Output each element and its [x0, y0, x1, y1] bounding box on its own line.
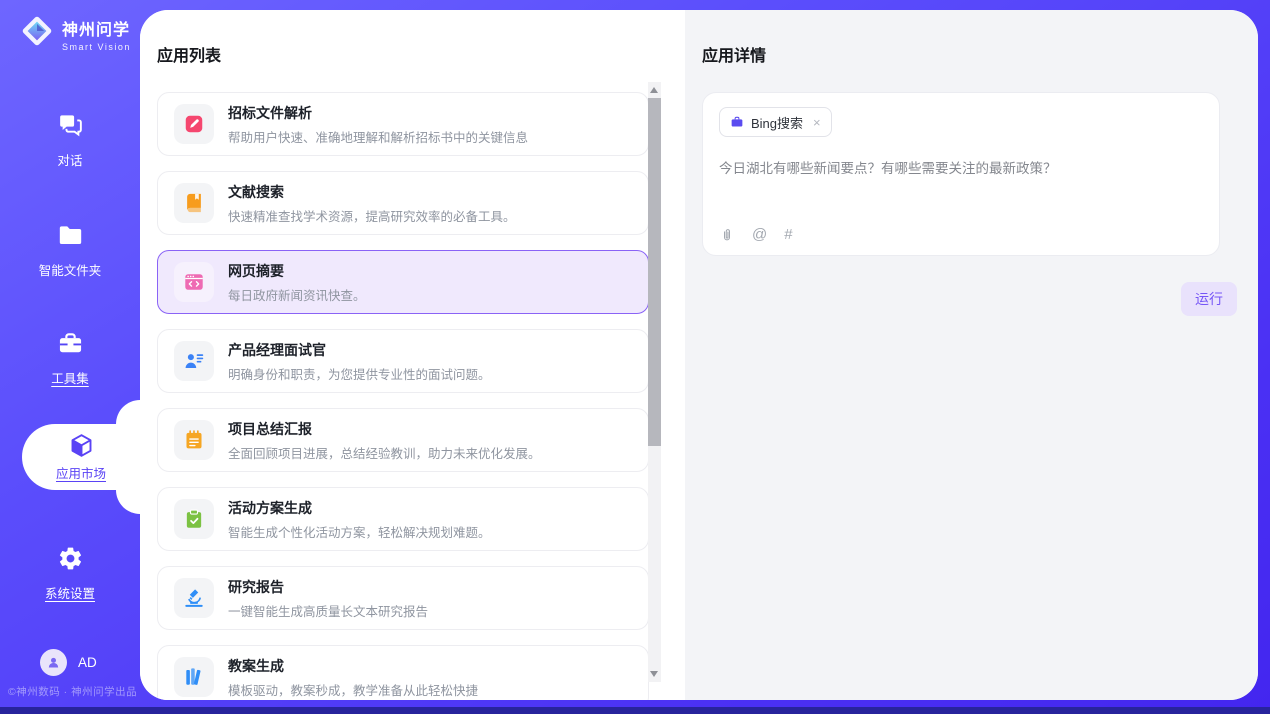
app-list-panel: 应用列表 招标文件解析帮助用户快速、准确地理解和解析招标书中的关键信息文献搜索快… — [140, 10, 685, 700]
app-card-title: 网页摘要 — [228, 261, 366, 281]
app-card[interactable]: 产品经理面试官明确身份和职责，为您提供专业性的面试问题。 — [157, 329, 649, 393]
app-card-text: 研究报告一键智能生成高质量长文本研究报告 — [228, 577, 428, 620]
chat-icon — [57, 112, 84, 139]
app-card[interactable]: 招标文件解析帮助用户快速、准确地理解和解析招标书中的关键信息 — [157, 92, 649, 156]
app-card-title: 项目总结汇报 — [228, 419, 541, 439]
main-panel: 应用列表 招标文件解析帮助用户快速、准确地理解和解析招标书中的关键信息文献搜索快… — [140, 10, 1258, 700]
pill-corner-bottom — [116, 490, 140, 514]
scrollbar-thumb[interactable] — [648, 98, 661, 446]
cube-icon — [68, 432, 95, 459]
app-card-title: 活动方案生成 — [228, 498, 491, 518]
tool-tag-bing-search[interactable]: Bing搜索 × — [719, 107, 832, 137]
toolbox-icon — [57, 330, 84, 357]
clipboard-icon — [174, 499, 214, 539]
sidebar-item-label: 工具集 — [0, 368, 140, 387]
sidebar-item-settings[interactable]: 系统设置 — [0, 545, 140, 602]
scroll-up-icon[interactable] — [650, 87, 658, 93]
brand-logo: 神州问学 Smart Vision — [18, 12, 131, 55]
app-card-desc: 明确身份和职责，为您提供专业性的面试问题。 — [228, 364, 491, 383]
scrollbar[interactable] — [648, 82, 661, 682]
app-card-text: 项目总结汇报全面回顾项目进展，总结经验教训，助力未来优化发展。 — [228, 419, 541, 462]
app-card[interactable]: 项目总结汇报全面回顾项目进展，总结经验教训，助力未来优化发展。 — [157, 408, 649, 472]
interview-icon — [174, 341, 214, 381]
app-detail-title: 应用详情 — [702, 42, 1258, 66]
browser-icon — [174, 262, 214, 302]
user-initials: AD — [78, 655, 97, 670]
bottom-bar — [0, 707, 1270, 714]
app-card-desc: 一键智能生成高质量长文本研究报告 — [228, 601, 428, 620]
query-text[interactable]: 今日湖北有哪些新闻要点？有哪些需要关注的最新政策？ — [719, 157, 1203, 177]
app-card-title: 招标文件解析 — [228, 103, 528, 123]
run-row: 运行 — [702, 282, 1237, 316]
app-card-desc: 快速精准查找学术资源，提高研究效率的必备工具。 — [228, 206, 516, 225]
pill-corner-top — [116, 400, 140, 424]
app-card-desc: 每日政府新闻资讯快查。 — [228, 285, 366, 304]
app-card-desc: 全面回顾项目进展，总结经验教训，助力未来优化发展。 — [228, 443, 541, 462]
brand-name: 神州问学 — [62, 16, 131, 40]
copyright-footer: ©神州数码 · 神州问学出品 — [8, 684, 137, 699]
briefcase-icon — [730, 115, 744, 129]
microscope-icon — [174, 578, 214, 618]
app-list-title: 应用列表 — [157, 42, 685, 66]
app-card-text: 产品经理面试官明确身份和职责，为您提供专业性的面试问题。 — [228, 340, 491, 383]
app-card-text: 活动方案生成智能生成个性化活动方案，轻松解决规划难题。 — [228, 498, 491, 541]
app-card-text: 文献搜索快速精准查找学术资源，提高研究效率的必备工具。 — [228, 182, 516, 225]
brand-subtitle: Smart Vision — [62, 42, 131, 52]
app-card[interactable]: 教案生成模板驱动，教案秒成，教学准备从此轻松快捷 — [157, 645, 649, 700]
app-card-desc: 帮助用户快速、准确地理解和解析招标书中的关键信息 — [228, 127, 528, 146]
app-card[interactable]: 活动方案生成智能生成个性化活动方案，轻松解决规划难题。 — [157, 487, 649, 551]
sidebar-item-label: 智能文件夹 — [0, 260, 140, 279]
app-card[interactable]: 研究报告一键智能生成高质量长文本研究报告 — [157, 566, 649, 630]
tool-tag-label: Bing搜索 — [751, 113, 803, 132]
app-card-title: 研究报告 — [228, 577, 428, 597]
sidebar: 神州问学 Smart Vision 对话智能文件夹工具集应用市场系统设置 AD … — [0, 0, 140, 707]
app-card-text: 教案生成模板驱动，教案秒成，教学准备从此轻松快捷 — [228, 656, 478, 699]
paperclip-icon[interactable] — [719, 227, 735, 243]
app-card[interactable]: 网页摘要每日政府新闻资讯快查。 — [157, 250, 649, 314]
sidebar-item-label: 对话 — [0, 150, 140, 169]
user-profile[interactable]: AD — [40, 649, 97, 676]
app-card[interactable]: 文献搜索快速精准查找学术资源，提高研究效率的必备工具。 — [157, 171, 649, 235]
scroll-down-icon[interactable] — [650, 671, 658, 677]
edit-icon — [174, 104, 214, 144]
hash-icon[interactable]: # — [784, 227, 792, 243]
app-card-title: 教案生成 — [228, 656, 478, 676]
app-card-text: 招标文件解析帮助用户快速、准确地理解和解析招标书中的关键信息 — [228, 103, 528, 146]
prompt-input-card[interactable]: Bing搜索 × 今日湖北有哪些新闻要点？有哪些需要关注的最新政策？ @ # — [702, 92, 1220, 256]
run-button[interactable]: 运行 — [1181, 282, 1237, 316]
books-icon — [174, 657, 214, 697]
app-card-title: 产品经理面试官 — [228, 340, 491, 360]
input-toolbar: @ # — [719, 227, 793, 243]
mention-icon[interactable]: @ — [752, 227, 767, 243]
sidebar-item-folders[interactable]: 智能文件夹 — [0, 222, 140, 279]
brand-diamond-icon — [18, 12, 56, 55]
sidebar-item-market[interactable]: 应用市场 — [22, 424, 140, 490]
avatar — [40, 649, 67, 676]
folder-icon — [57, 222, 84, 249]
book-icon — [174, 183, 214, 223]
sidebar-item-label: 系统设置 — [0, 583, 140, 602]
app-card-title: 文献搜索 — [228, 182, 516, 202]
sidebar-item-tools[interactable]: 工具集 — [0, 330, 140, 387]
app-list: 招标文件解析帮助用户快速、准确地理解和解析招标书中的关键信息文献搜索快速精准查找… — [157, 92, 649, 700]
sidebar-item-chat[interactable]: 对话 — [0, 112, 140, 169]
sidebar-item-label: 应用市场 — [56, 463, 106, 482]
app-detail-panel: 应用详情 Bing搜索 × 今日湖北有哪些新闻要点？有哪些需要关注的最新政策？ … — [685, 10, 1258, 700]
app-card-text: 网页摘要每日政府新闻资讯快查。 — [228, 261, 366, 304]
app-card-desc: 模板驱动，教案秒成，教学准备从此轻松快捷 — [228, 680, 478, 699]
app-card-desc: 智能生成个性化活动方案，轻松解决规划难题。 — [228, 522, 491, 541]
notepad-icon — [174, 420, 214, 460]
tag-close-icon[interactable]: × — [813, 115, 821, 130]
gear-icon — [57, 545, 84, 572]
